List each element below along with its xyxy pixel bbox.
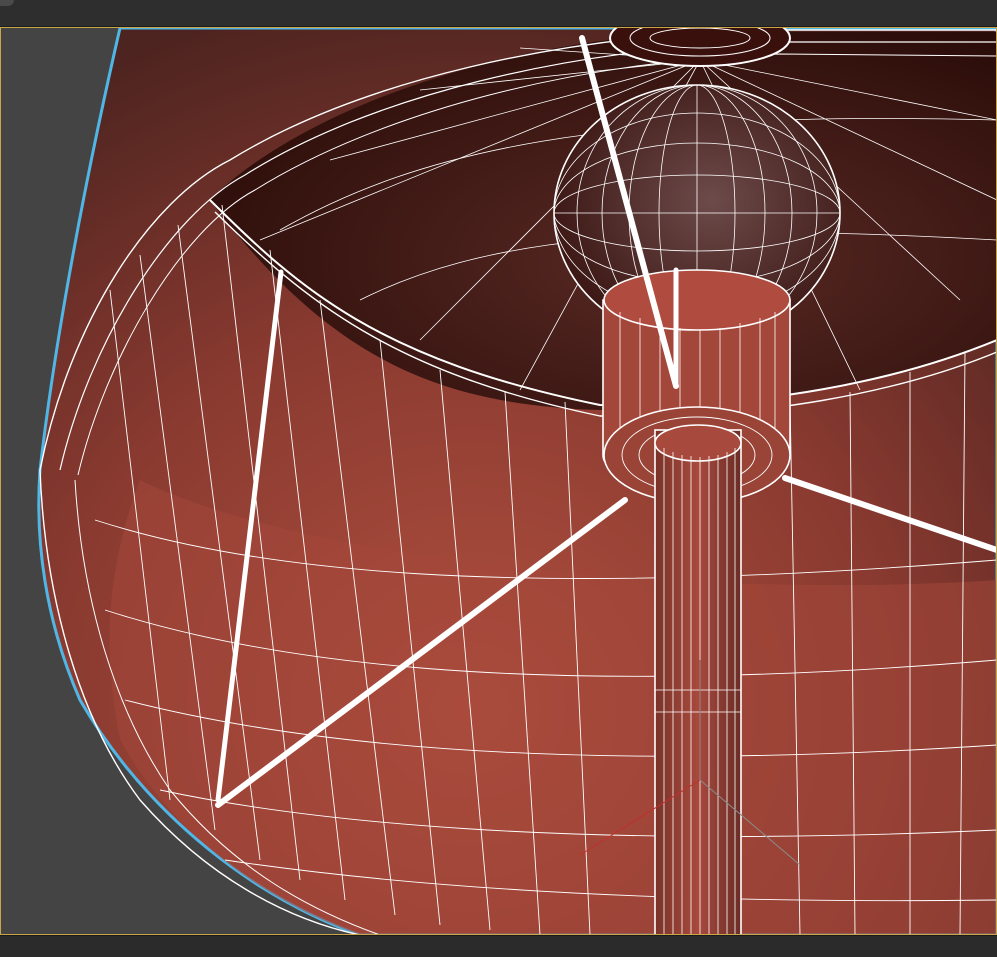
viewport-status-bar <box>0 935 997 957</box>
viewport-canvas[interactable] <box>0 27 997 935</box>
app-window <box>0 0 997 957</box>
lamp-stand-rod[interactable] <box>654 424 742 935</box>
viewport-toolbar <box>0 0 997 27</box>
viewport-menu-corner[interactable] <box>0 0 14 6</box>
3d-viewport[interactable] <box>0 27 997 935</box>
